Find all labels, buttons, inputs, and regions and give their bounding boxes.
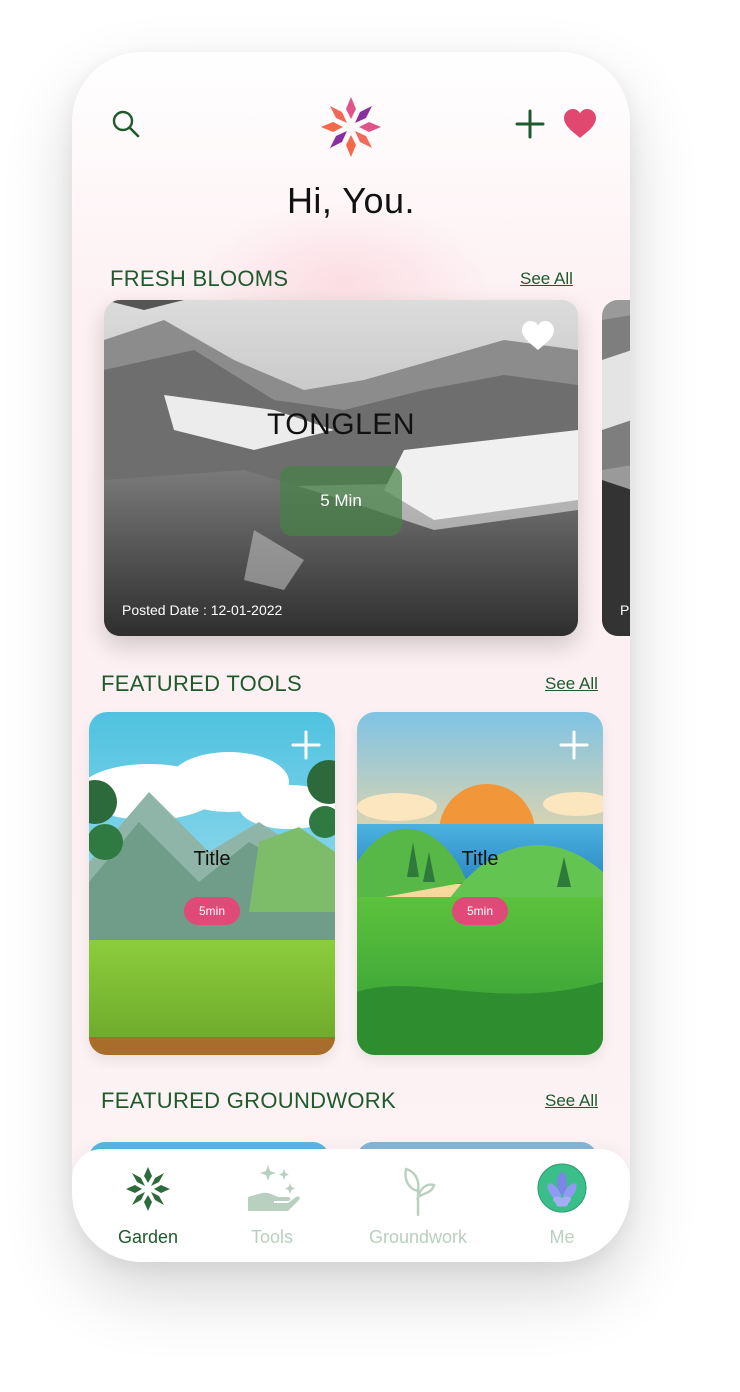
bloom-card-title: TONGLEN — [267, 408, 415, 441]
hand-sparkles-icon — [248, 1165, 300, 1211]
featured-groundwork-see-all-link[interactable]: See All — [545, 1091, 598, 1111]
heart-icon[interactable] — [562, 108, 598, 145]
favorite-heart-icon[interactable] — [520, 320, 556, 357]
nav-item-me[interactable]: Me — [502, 1149, 622, 1262]
nav-item-tools[interactable]: Tools — [212, 1149, 332, 1262]
duration-badge: 5 Min — [280, 466, 402, 536]
nav-label: Me — [549, 1227, 575, 1247]
add-tool-plus-icon[interactable] — [559, 730, 589, 765]
garden-icon — [126, 1167, 170, 1211]
add-tool-plus-icon[interactable] — [291, 730, 321, 765]
tool-card-title: Title — [461, 848, 499, 870]
nav-item-garden[interactable]: Garden — [88, 1149, 208, 1262]
featured-tools-see-all-link[interactable]: See All — [545, 674, 598, 694]
flower-logo — [318, 94, 384, 165]
featured-tools-title: FEATURED TOOLS — [101, 671, 303, 696]
tool-duration-badge: 5min — [452, 897, 508, 925]
bottom-nav: Garden Tools Groundwork Me — [72, 1149, 630, 1262]
avatar-lotus-icon — [537, 1163, 587, 1213]
search-icon[interactable] — [110, 108, 142, 145]
sprout-icon — [404, 1167, 436, 1217]
fresh-blooms-see-all-link[interactable]: See All — [520, 269, 573, 289]
tool-duration-badge: 5min — [184, 897, 240, 925]
phone-screen: Hi, You. FRESH BLOOMS See All TONGLEN 5 … — [72, 52, 630, 1262]
greeting-text: Hi, You. — [286, 180, 416, 221]
tool-card[interactable]: Title 5min — [357, 712, 603, 1055]
nav-label: Tools — [250, 1227, 294, 1247]
nav-label: Groundwork — [368, 1227, 468, 1247]
bloom-card[interactable]: TONGLEN 5 Min Posted Date : 12-01-2022 — [104, 300, 578, 636]
featured-groundwork-title: FEATURED GROUNDWORK — [101, 1088, 396, 1113]
posted-date: Posted Date : 12-01-2022 — [122, 602, 283, 618]
peek-card-label: P — [620, 602, 630, 618]
nav-item-groundwork[interactable]: Groundwork — [358, 1149, 478, 1262]
tool-card-title: Title — [193, 848, 231, 870]
bloom-card-peek[interactable]: P — [602, 300, 630, 636]
nav-label: Garden — [117, 1227, 179, 1247]
tool-card[interactable]: Title 5min — [89, 712, 335, 1055]
fresh-blooms-title: FRESH BLOOMS — [110, 266, 289, 291]
plus-icon[interactable] — [514, 108, 546, 145]
peek-card-image — [602, 300, 630, 636]
